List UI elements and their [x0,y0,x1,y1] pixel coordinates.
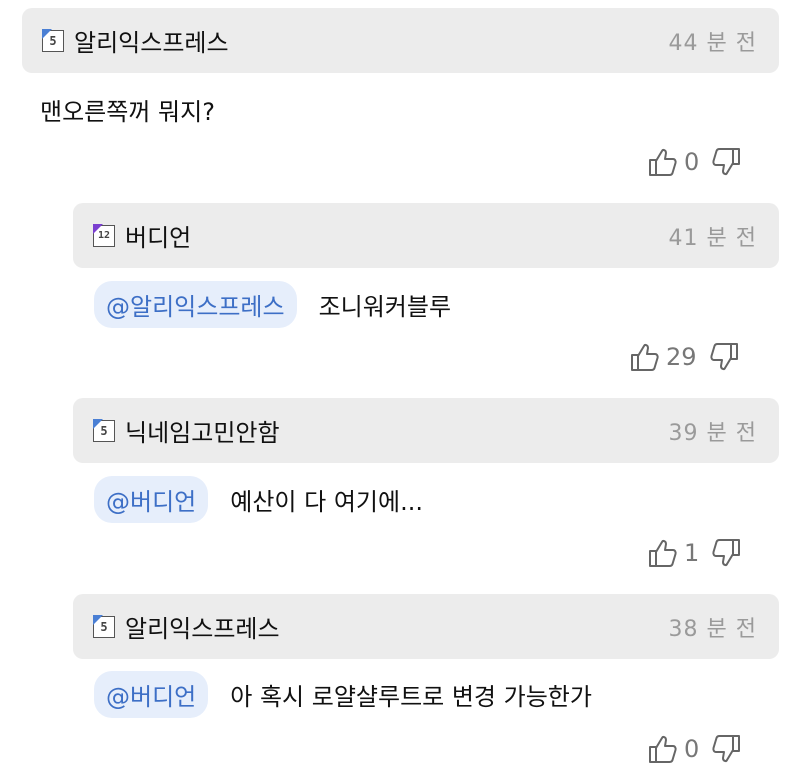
comment-text: 맨오른쪽꺼 뭐지? [40,92,215,126]
level-badge-icon: 5 [41,29,64,52]
like-count: 0 [684,735,700,763]
username[interactable]: 버디언 [125,218,191,253]
username[interactable]: 알리익스프레스 [74,23,229,58]
thumbs-up-icon[interactable] [648,537,678,569]
comment-author[interactable]: 5 알리익스프레스 [92,609,280,644]
comment-body: 맨오른쪽꺼 뭐지? [40,97,215,126]
timestamp: 41 분 전 [668,225,757,251]
thumbs-up-icon[interactable] [648,733,678,765]
timestamp: 38 분 전 [668,616,757,642]
thumbs-down-icon[interactable] [711,537,741,569]
vote-bar: 1 [648,537,741,569]
comment-body: 조니워커블루 [318,292,452,321]
username[interactable]: 알리익스프레스 [125,609,280,644]
comment-body: 아 혹시 로얄샬루트로 변경 가능한가 [230,682,592,711]
mention-tag[interactable]: @버디언 [94,670,209,718]
thumbs-down-icon[interactable] [711,733,741,765]
level-badge-icon: 5 [92,419,115,442]
comment-text: @알리익스프레스 조니워커블루 [94,280,452,328]
thumbs-up-icon[interactable] [630,341,660,373]
like-count: 29 [666,343,697,371]
reply-header: 12 버디언 41 분 전 [73,203,779,268]
username[interactable]: 닉네임고민안함 [125,413,280,448]
vote-bar: 29 [630,341,739,373]
comment-author[interactable]: 5 알리익스프레스 [41,23,229,58]
mention-tag[interactable]: @알리익스프레스 [94,280,297,328]
comment-header: 5 알리익스프레스 44 분 전 [22,8,779,73]
vote-bar: 0 [648,146,741,178]
comment-text: @버디언 예산이 다 여기에... [94,475,423,523]
timestamp: 39 분 전 [668,420,757,446]
thumbs-down-icon[interactable] [709,341,739,373]
reply-header: 5 닉네임고민안함 39 분 전 [73,398,779,463]
comment-text: @버디언 아 혹시 로얄샬루트로 변경 가능한가 [94,670,592,718]
mention-tag[interactable]: @버디언 [94,475,209,523]
like-count: 0 [684,148,700,176]
thumbs-down-icon[interactable] [711,146,741,178]
level-badge-icon: 5 [92,615,115,638]
comment-body: 예산이 다 여기에... [230,487,423,516]
comment-author[interactable]: 5 닉네임고민안함 [92,413,280,448]
level-badge-icon: 12 [92,224,115,247]
reply-header: 5 알리익스프레스 38 분 전 [73,594,779,659]
like-count: 1 [684,539,700,567]
vote-bar: 0 [648,733,741,765]
timestamp: 44 분 전 [668,30,757,56]
comment-author[interactable]: 12 버디언 [92,218,191,253]
thumbs-up-icon[interactable] [648,146,678,178]
